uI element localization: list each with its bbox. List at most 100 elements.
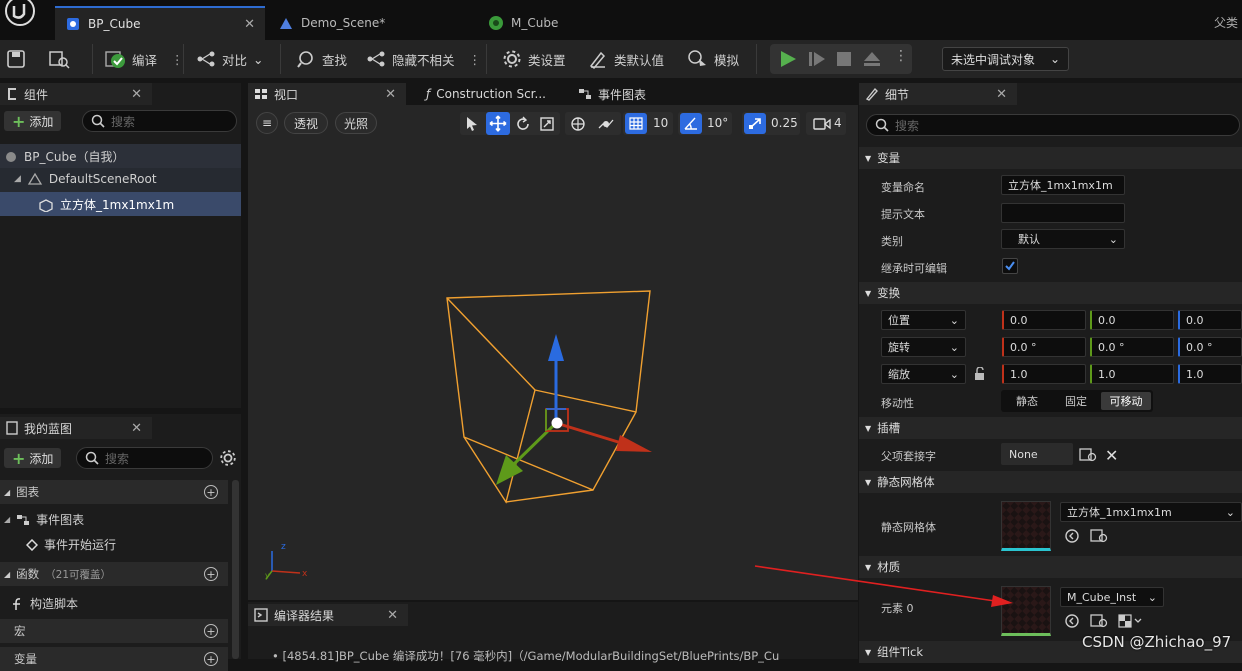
expand-arrow-icon: ◢ xyxy=(14,174,21,184)
tab-construction-script[interactable]: ƒ Construction Scr... xyxy=(420,83,560,105)
tab-bp-cube[interactable]: BP_Cube ✕ xyxy=(55,6,265,40)
event-graph-icon xyxy=(578,88,592,100)
tree-item-default-scene-root[interactable]: ◢ DefaultSceneRoot xyxy=(14,172,157,186)
tab-demo-scene[interactable]: Demo_Scene* xyxy=(268,6,468,40)
section-variable[interactable]: ▼ 变量 xyxy=(859,147,1242,169)
category-variables[interactable]: 变量 xyxy=(0,647,228,671)
section-materials[interactable]: ▼ 材质 xyxy=(859,556,1242,578)
play-icon[interactable] xyxy=(779,50,797,68)
find-button[interactable]: 查找 xyxy=(296,40,347,78)
close-icon[interactable]: ✕ xyxy=(131,87,142,102)
editable-inherit-checkbox[interactable] xyxy=(1002,258,1018,274)
static-mesh-thumbnail[interactable] xyxy=(1001,501,1051,551)
mobility-stationary-option[interactable]: 固定 xyxy=(1052,392,1100,410)
my-blueprint-header: 我的蓝图 ✕ xyxy=(0,417,152,439)
lock-icon[interactable] xyxy=(973,367,987,381)
rotation-z-field[interactable]: 0.0 ° xyxy=(1178,337,1242,357)
clear-socket-icon[interactable]: ✕ xyxy=(1105,446,1118,465)
more-options-icon[interactable]: ⋮ xyxy=(469,52,482,67)
browse-button[interactable] xyxy=(48,40,70,78)
tab-event-graph[interactable]: 事件图表 xyxy=(572,83,712,105)
use-selected-icon[interactable] xyxy=(1064,528,1080,544)
category-combo[interactable]: 默认 ⌄ xyxy=(1001,229,1125,249)
category-graphs[interactable]: ◢ 图表 xyxy=(0,480,228,504)
add-variable-icon[interactable]: + xyxy=(204,652,218,666)
material-picker[interactable]: M_Cube_Inst ⌄ xyxy=(1060,587,1164,607)
details-search-input[interactable]: 搜索 xyxy=(866,114,1240,136)
close-icon[interactable]: ✕ xyxy=(996,87,1007,102)
material-thumbnail[interactable] xyxy=(1001,586,1051,636)
class-defaults-button[interactable]: 类默认值 xyxy=(588,40,664,78)
hide-unrelated-button[interactable]: 隐藏不相关 ⋮ xyxy=(366,40,481,78)
eject-icon[interactable] xyxy=(863,50,881,68)
field-value: 0.0 ° xyxy=(1010,340,1037,354)
unreal-logo-icon[interactable] xyxy=(2,0,38,30)
browse-socket-icon[interactable] xyxy=(1079,447,1097,463)
section-transform[interactable]: ▼ 变换 xyxy=(859,282,1242,304)
list-item-event-graph[interactable]: ◢ 事件图表 xyxy=(4,511,84,528)
list-item-construction-script[interactable]: 构造脚本 xyxy=(10,595,78,612)
rotation-x-field[interactable]: 0.0 ° xyxy=(1002,337,1086,357)
parent-socket-label: 父项套接字 xyxy=(881,450,936,463)
save-button[interactable] xyxy=(6,40,26,78)
location-dropdown[interactable]: 位置 ⌄ xyxy=(881,310,966,330)
scrollbar[interactable] xyxy=(232,480,239,659)
blueprint-search-input[interactable]: 搜索 xyxy=(76,447,213,469)
close-icon[interactable]: ✕ xyxy=(387,608,398,623)
close-icon[interactable]: ✕ xyxy=(131,421,142,436)
stop-icon[interactable] xyxy=(836,51,852,67)
diff-button[interactable]: 对比 ⌄ xyxy=(196,40,264,78)
debug-target-dropdown[interactable]: 未选中调试对象 ⌄ xyxy=(942,47,1069,71)
scale-z-field[interactable]: 1.0 xyxy=(1178,364,1242,384)
add-member-button[interactable]: + 添加 xyxy=(4,448,62,468)
rotation-y-field[interactable]: 0.0 ° xyxy=(1090,337,1174,357)
tab-viewport[interactable]: 视口 ✕ xyxy=(248,83,406,105)
section-sockets[interactable]: ▼ 插槽 xyxy=(859,417,1242,439)
material-options-icon[interactable] xyxy=(1118,613,1144,629)
variable-name-value: 立方体_1mx1mx1m xyxy=(1008,179,1113,192)
tooltip-input[interactable] xyxy=(1001,203,1125,223)
location-label: 位置 xyxy=(888,314,910,327)
add-function-icon[interactable]: + xyxy=(204,567,218,581)
mobility-movable-option[interactable]: 可移动 xyxy=(1101,392,1151,410)
add-component-button[interactable]: + 添加 xyxy=(4,111,62,131)
use-selected-icon[interactable] xyxy=(1064,613,1080,629)
tab-m-cube[interactable]: M_Cube xyxy=(478,6,678,40)
gear-icon[interactable] xyxy=(219,449,237,467)
transform-gizmo xyxy=(496,334,652,485)
browse-asset-icon[interactable] xyxy=(1090,613,1108,629)
tree-item-self[interactable]: BP_Cube（自我） xyxy=(4,148,124,165)
scale-dropdown[interactable]: 缩放 ⌄ xyxy=(881,364,966,384)
compile-button[interactable]: 编译 ⋮ xyxy=(104,40,184,78)
location-x-field[interactable]: 0.0 xyxy=(1002,310,1086,330)
close-icon[interactable]: ✕ xyxy=(244,17,255,32)
mobility-static-option[interactable]: 静态 xyxy=(1003,392,1051,410)
step-icon[interactable] xyxy=(808,50,826,68)
simulate-button[interactable]: 模拟 xyxy=(686,40,739,78)
add-graph-icon[interactable]: + xyxy=(204,485,218,499)
category-functions[interactable]: ◢ 函数 （21可覆盖） xyxy=(0,562,228,586)
components-search-input[interactable]: 搜索 xyxy=(82,110,237,132)
chevron-down-icon: ⌄ xyxy=(1225,505,1235,519)
socket-value: None xyxy=(1009,447,1038,461)
more-options-icon[interactable]: ⋮ xyxy=(894,48,908,64)
expand-arrow-icon: ▼ xyxy=(865,153,872,163)
browse-asset-icon[interactable] xyxy=(1090,528,1108,544)
scale-y-field[interactable]: 1.0 xyxy=(1090,364,1174,384)
variable-name-input[interactable]: 立方体_1mx1mx1m xyxy=(1001,175,1125,195)
class-settings-button[interactable]: 类设置 xyxy=(502,40,566,78)
more-options-icon[interactable]: ⋮ xyxy=(171,52,184,67)
element0-label: 元素 0 xyxy=(881,602,914,615)
add-macro-icon[interactable]: + xyxy=(204,624,218,638)
close-icon[interactable]: ✕ xyxy=(385,87,396,102)
tree-item-cube[interactable]: 立方体_1mx1mx1m xyxy=(38,196,174,213)
location-y-field[interactable]: 0.0 xyxy=(1090,310,1174,330)
category-macros[interactable]: 宏 xyxy=(0,619,228,643)
list-item-begin-play[interactable]: 事件开始运行 xyxy=(26,536,116,553)
static-mesh-picker[interactable]: 立方体_1mx1mx1m ⌄ xyxy=(1060,502,1242,522)
scale-x-field[interactable]: 1.0 xyxy=(1002,364,1086,384)
parent-socket-value[interactable]: None xyxy=(1001,443,1073,465)
location-z-field[interactable]: 0.0 xyxy=(1178,310,1242,330)
rotation-dropdown[interactable]: 旋转 ⌄ xyxy=(881,337,966,357)
section-static-mesh[interactable]: ▼ 静态网格体 xyxy=(859,471,1242,493)
